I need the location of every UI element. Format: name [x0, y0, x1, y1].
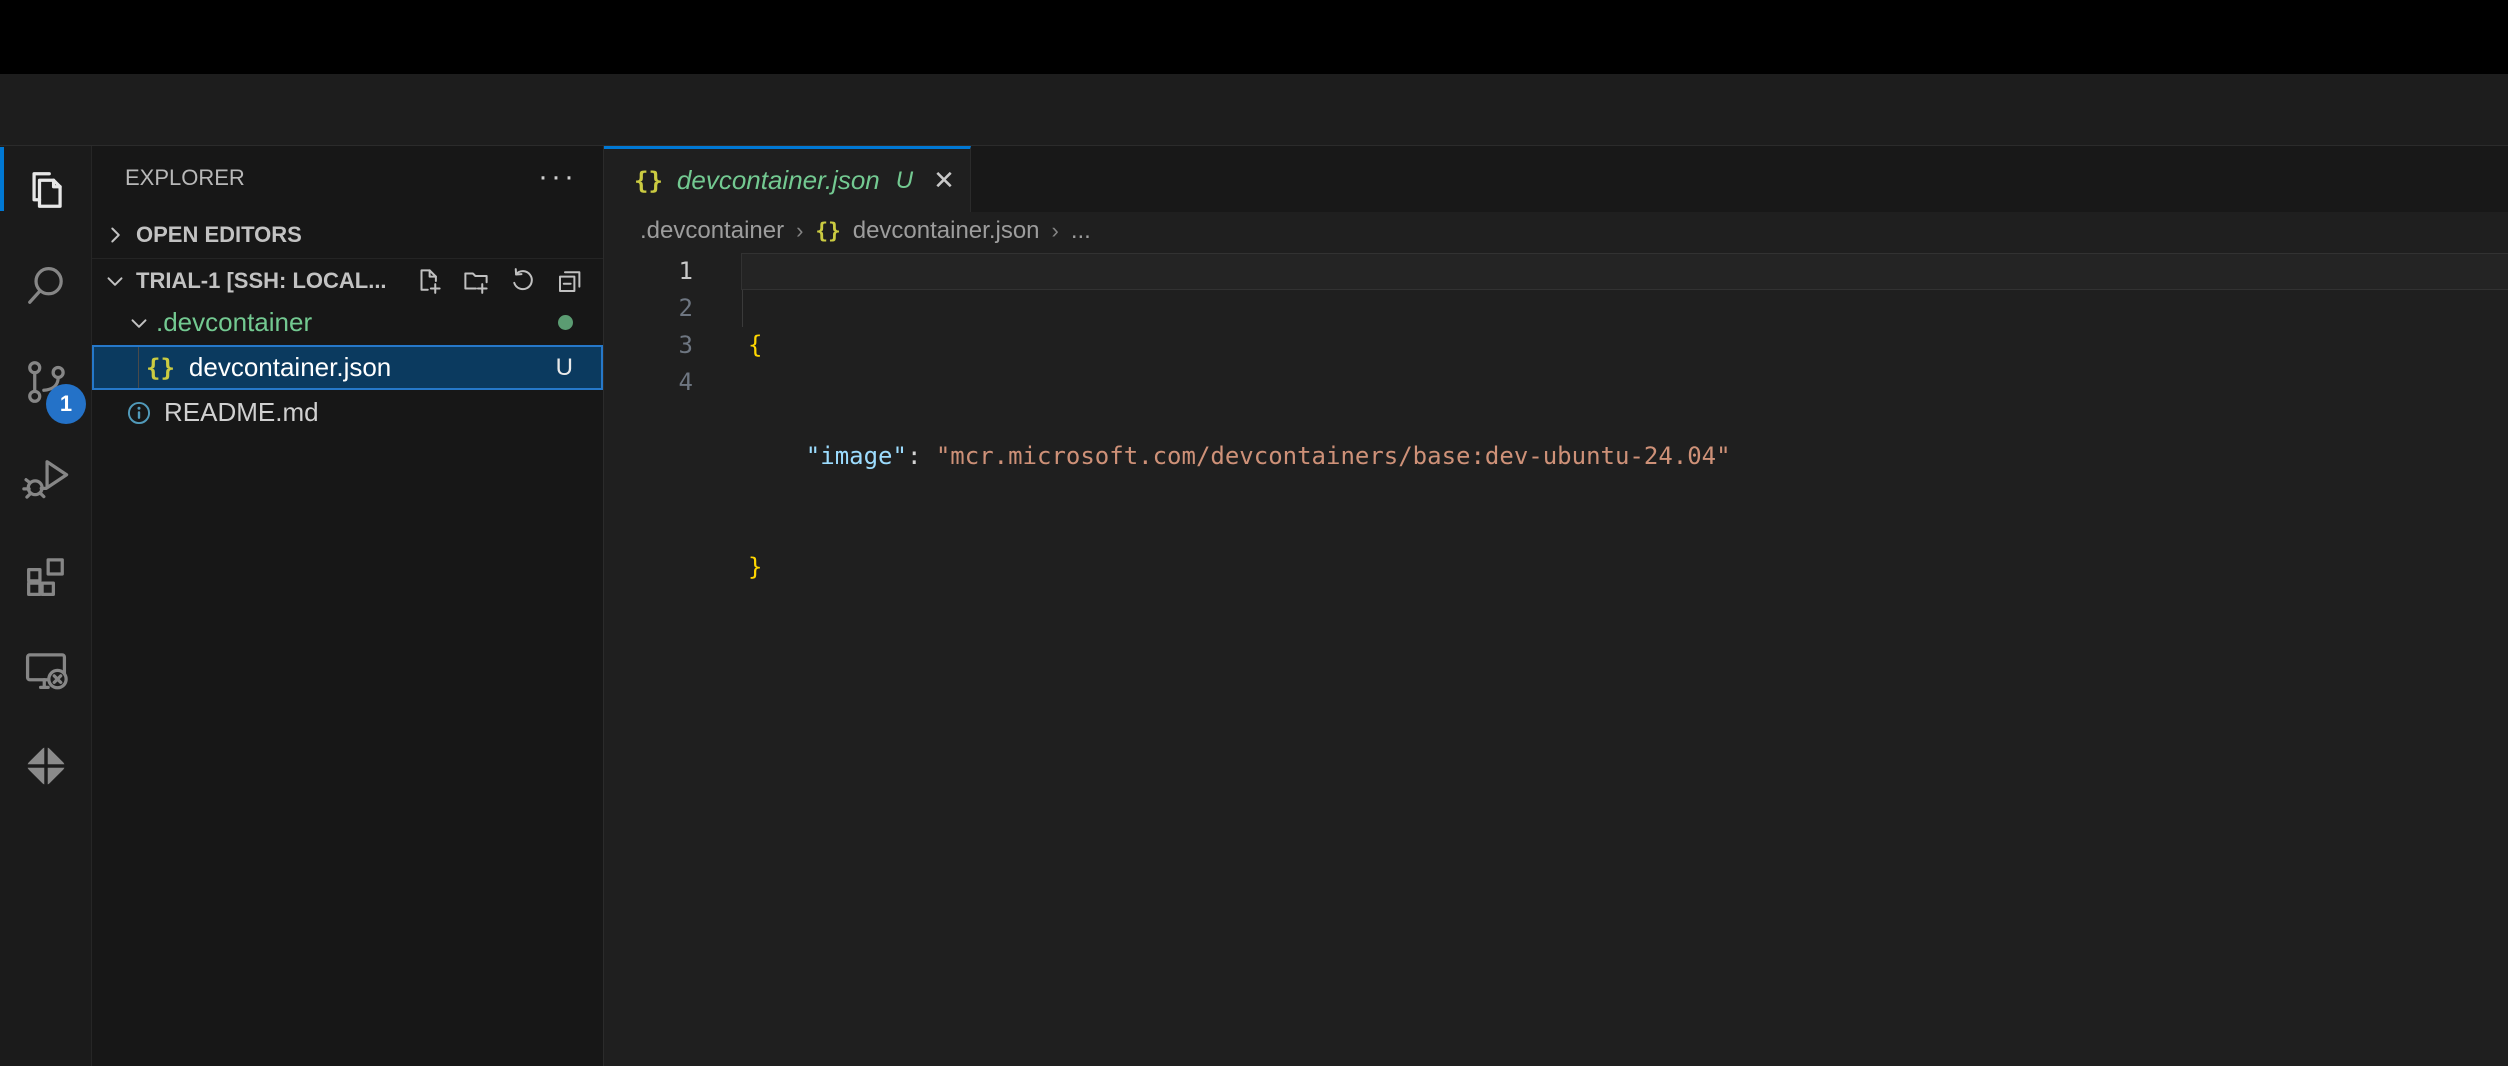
screen-top-black-strip — [0, 0, 2508, 74]
explorer-sidebar: EXPLORER ··· OPEN EDITORS TRIAL-1 [SSH: … — [92, 146, 604, 1066]
activity-containers-button[interactable] — [0, 730, 92, 802]
new-folder-icon[interactable] — [461, 266, 491, 296]
json-file-icon: {} — [815, 219, 840, 243]
tree-item-devcontainer-folder[interactable]: .devcontainer — [92, 300, 603, 345]
refresh-icon[interactable] — [508, 266, 538, 296]
token-bracket: } — [748, 553, 762, 581]
tree-indent-guide — [138, 347, 139, 388]
workbench: 1 — [0, 146, 2508, 1066]
breadcrumb-folder[interactable]: .devcontainer — [640, 217, 784, 245]
search-icon — [20, 260, 72, 312]
new-file-icon[interactable] — [414, 266, 444, 296]
code-line-1: { — [604, 327, 2508, 364]
activity-search-button[interactable] — [0, 250, 92, 322]
token-key: "image" — [806, 442, 907, 470]
activity-explorer-button[interactable] — [0, 154, 92, 226]
explorer-more-actions-button[interactable]: ··· — [538, 160, 577, 194]
title-bar: Trial-1 [SSH: localhost:32772] — [0, 74, 2508, 146]
folder-name: .devcontainer — [156, 307, 312, 338]
breadcrumb-file[interactable]: devcontainer.json — [853, 217, 1040, 245]
explorer-section-actions — [414, 266, 585, 296]
tree-item-readme[interactable]: README.md — [92, 390, 603, 435]
git-untracked-badge: U — [556, 354, 573, 382]
code-line-4 — [604, 660, 2508, 697]
json-file-icon: {} — [634, 167, 663, 195]
sidebar-title: EXPLORER — [125, 165, 245, 191]
code-lines: { "image": "mcr.microsoft.com/devcontain… — [604, 253, 2508, 771]
token-string: "mcr.microsoft.com/devcontainers/base:de… — [936, 442, 1731, 470]
code-editor[interactable]: 1 2 3 4 { "image": "mcr.microsoft.com/de… — [604, 250, 2508, 1066]
activity-remote-explorer-button[interactable] — [0, 634, 92, 706]
containers-icon — [20, 740, 72, 792]
token-whitespace — [748, 442, 806, 470]
breadcrumb: .devcontainer › {} devcontainer.json › .… — [604, 212, 2508, 250]
code-line-2: "image": "mcr.microsoft.com/devcontainer… — [604, 438, 2508, 475]
open-editors-section-header[interactable]: OPEN EDITORS — [92, 212, 603, 258]
chevron-down-icon — [126, 310, 152, 336]
activity-extensions-button[interactable] — [0, 538, 92, 610]
git-untracked-dot — [558, 315, 573, 330]
token-punctuation: : — [907, 442, 936, 470]
json-file-icon: {} — [146, 354, 175, 382]
tree-item-devcontainer-json[interactable]: {} devcontainer.json U — [92, 345, 603, 390]
file-name: devcontainer.json — [189, 352, 391, 383]
code-line-3: } — [604, 549, 2508, 586]
token-bracket: { — [748, 331, 762, 359]
remote-explorer-icon — [20, 644, 72, 696]
run-and-debug-icon — [20, 452, 72, 504]
breadcrumb-separator: › — [796, 218, 803, 244]
workspace-section-header[interactable]: TRIAL-1 [SSH: LOCAL... — [92, 258, 603, 302]
breadcrumb-symbol[interactable]: ... — [1071, 217, 1091, 245]
tab-bar: {} devcontainer.json U ✕ — [604, 146, 2508, 212]
editor-area: {} devcontainer.json U ✕ .devcontainer ›… — [604, 146, 2508, 1066]
open-editors-label: OPEN EDITORS — [136, 222, 302, 248]
activity-bar: 1 — [0, 146, 92, 1066]
chevron-right-icon — [102, 222, 128, 248]
breadcrumb-separator: › — [1052, 218, 1059, 244]
tab-devcontainer-json[interactable]: {} devcontainer.json U ✕ — [604, 146, 971, 212]
tab-git-badge: U — [896, 167, 913, 195]
activity-run-debug-button[interactable] — [0, 442, 92, 514]
info-icon — [126, 400, 152, 426]
activity-source-control-button[interactable]: 1 — [0, 346, 92, 418]
chevron-down-icon — [102, 268, 128, 294]
sidebar-header: EXPLORER ··· — [92, 146, 603, 210]
tab-close-button[interactable]: ✕ — [933, 165, 955, 196]
workspace-name-label: TRIAL-1 [SSH: LOCAL... — [136, 268, 387, 294]
collapse-all-icon[interactable] — [555, 266, 585, 296]
extensions-icon — [20, 548, 72, 600]
file-name: README.md — [164, 397, 319, 428]
source-control-badge: 1 — [46, 384, 86, 424]
files-icon — [20, 164, 72, 216]
tab-label: devcontainer.json — [677, 165, 880, 196]
